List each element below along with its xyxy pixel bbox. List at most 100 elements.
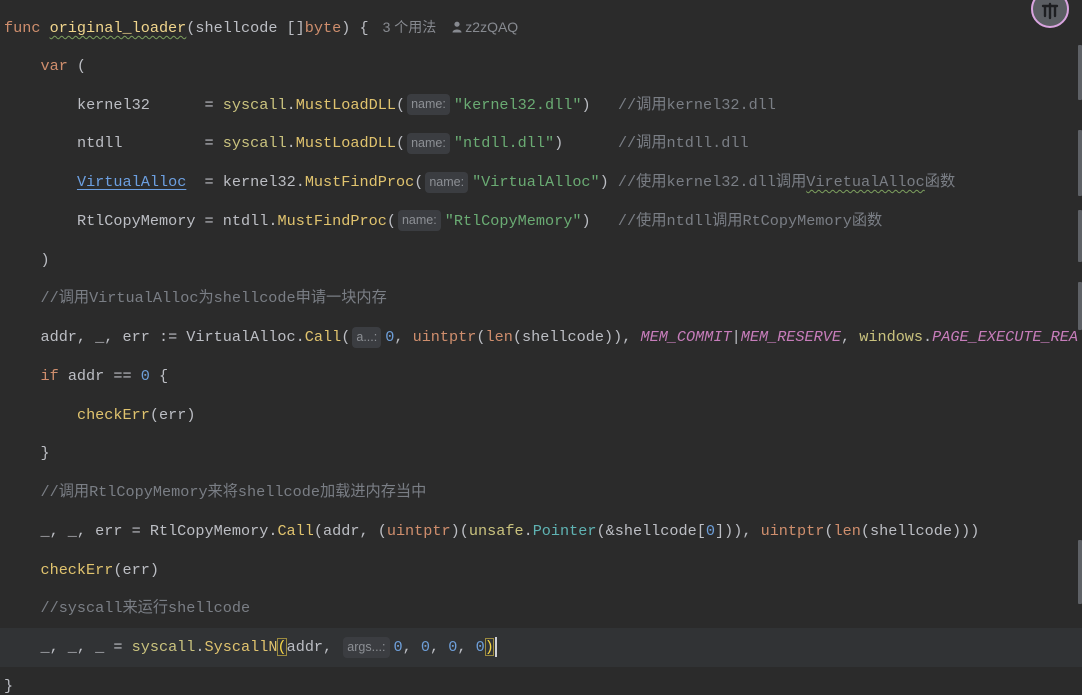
code-line[interactable]: //syscall来运行shellcode <box>0 589 1082 628</box>
code-token[interactable]: , <box>841 328 859 346</box>
code-line[interactable]: checkErr(err) <box>0 396 1082 435</box>
code-token[interactable]: syscall <box>223 96 287 114</box>
code-token[interactable]: uintptr <box>761 522 825 540</box>
code-token[interactable]: { <box>150 367 168 385</box>
code-token[interactable]: addr == <box>68 367 141 385</box>
code-token[interactable]: _, _, _ = <box>40 638 131 656</box>
code-token[interactable]: ( <box>824 522 833 540</box>
code-token[interactable]: MustLoadDLL <box>296 134 396 152</box>
avatar[interactable] <box>1026 0 1076 30</box>
code-token[interactable]: ( <box>396 134 405 152</box>
code-token[interactable]: MustLoadDLL <box>296 96 396 114</box>
user-avatar-icon[interactable] <box>1031 0 1069 28</box>
code-line[interactable]: ) <box>0 241 1082 280</box>
code-token[interactable]: } <box>40 444 49 462</box>
code-token[interactable]: unsafe <box>469 522 524 540</box>
code-token[interactable]: . <box>923 328 932 346</box>
code-token[interactable]: . <box>287 134 296 152</box>
code-token[interactable]: 0 <box>385 328 394 346</box>
code-token[interactable]: //调用RtlCopyMemory来将shellcode加载进内存当中 <box>40 483 426 501</box>
code-token[interactable]: (err) <box>113 561 159 579</box>
code-token[interactable]: , <box>394 328 412 346</box>
code-line[interactable]: if addr == 0 { <box>0 357 1082 396</box>
code-token[interactable]: ) <box>581 212 617 230</box>
code-token[interactable]: addr, _, err := VirtualAlloc. <box>40 328 304 346</box>
code-token[interactable]: kernel32 = <box>77 96 223 114</box>
code-token[interactable]: RtlCopyMemory = ntdll. <box>77 212 278 230</box>
code-token[interactable]: //调用ntdll.dll <box>618 134 749 152</box>
symbol-link[interactable]: VirtualAlloc <box>77 173 186 191</box>
code-token[interactable]: if <box>40 367 67 385</box>
code-token[interactable]: checkErr <box>40 561 113 579</box>
code-token[interactable]: "ntdll.dll" <box>454 134 554 152</box>
code-token[interactable]: ) <box>40 251 49 269</box>
code-token[interactable]: "VirtualAlloc" <box>472 173 600 191</box>
code-token[interactable]: 0 <box>706 522 715 540</box>
code-line[interactable]: func original_loader(shellcode []byte) {… <box>0 8 1082 47</box>
code-token[interactable]: PAGE_EXECUTE_REA <box>932 328 1078 346</box>
code-token[interactable]: ( <box>396 96 405 114</box>
code-token[interactable]: 0 <box>141 367 150 385</box>
code-token[interactable]: func <box>4 19 50 37</box>
code-line[interactable]: addr, _, err := VirtualAlloc.Call(a...: 0… <box>0 318 1082 357</box>
code-line[interactable]: ntdll = syscall.MustLoadDLL(name: "ntdll.… <box>0 124 1082 163</box>
code-token[interactable]: , <box>457 638 475 656</box>
error-stripe-marker[interactable] <box>1078 282 1082 330</box>
code-token[interactable]: MustFindProc <box>277 212 386 230</box>
error-stripe-marker[interactable] <box>1078 130 1082 196</box>
code-token[interactable]: ( <box>341 328 350 346</box>
code-token[interactable]: 0 <box>394 638 403 656</box>
usages-inlay[interactable]: 3 个用法 <box>383 19 437 35</box>
code-token[interactable]: . <box>195 638 204 656</box>
code-token[interactable]: ])), <box>715 522 761 540</box>
code-token[interactable]: "kernel32.dll" <box>454 96 582 114</box>
code-token[interactable]: //使用ntdll调用RtCopyMemory函数 <box>618 212 882 230</box>
code-line[interactable]: //调用VirtualAlloc为shellcode申请一块内存 <box>0 279 1082 318</box>
code-token[interactable]: //调用kernel32.dll <box>618 96 776 114</box>
code-token[interactable]: //使用kernel32.dll调用 <box>618 173 806 191</box>
code-token[interactable]: //syscall来运行shellcode <box>40 599 250 617</box>
code-token[interactable]: (shellcode [] <box>186 19 304 37</box>
code-token[interactable]: (addr, ( <box>314 522 387 540</box>
current-code-line[interactable]: _, _, _ = syscall.SyscallN(addr, args...… <box>0 628 1082 667</box>
error-stripe-marker[interactable] <box>1078 45 1082 100</box>
code-token[interactable]: ( <box>68 57 86 75</box>
code-token[interactable]: , <box>403 638 421 656</box>
code-token[interactable]: ( <box>387 212 396 230</box>
code-token[interactable]: MEM_RESERVE <box>741 328 841 346</box>
code-token[interactable]: ) <box>581 96 617 114</box>
code-token[interactable]: . <box>524 522 533 540</box>
code-line[interactable]: //调用RtlCopyMemory来将shellcode加载进内存当中 <box>0 473 1082 512</box>
code-line[interactable]: _, _, err = RtlCopyMemory.Call(addr, (ui… <box>0 512 1082 551</box>
error-stripe-marker[interactable] <box>1078 592 1082 604</box>
code-token[interactable]: windows <box>859 328 923 346</box>
code-token[interactable]: (err) <box>150 406 196 424</box>
error-stripe-marker[interactable] <box>1078 540 1082 598</box>
code-token[interactable]: 0 <box>421 638 430 656</box>
matched-bracket[interactable]: ( <box>277 638 287 657</box>
code-line[interactable]: RtlCopyMemory = ntdll.MustFindProc(name:… <box>0 202 1082 241</box>
code-token[interactable]: MustFindProc <box>305 173 414 191</box>
code-token[interactable]: 0 <box>448 638 457 656</box>
code-line[interactable]: kernel32 = syscall.MustLoadDLL(name: "ker… <box>0 86 1082 125</box>
code-line[interactable]: checkErr(err) <box>0 551 1082 590</box>
code-token[interactable]: addr, <box>287 638 342 656</box>
code-token[interactable]: (&shellcode[ <box>597 522 706 540</box>
code-token[interactable]: syscall <box>132 638 196 656</box>
code-token[interactable]: 函数 <box>925 173 955 191</box>
vertical-scrollbar[interactable] <box>1076 0 1082 695</box>
code-token[interactable]: original_loader <box>50 19 187 37</box>
code-line[interactable]: VirtualAlloc = kernel32.MustFindProc(nam… <box>0 163 1082 202</box>
code-token[interactable]: SyscallN <box>205 638 278 656</box>
code-token[interactable]: (shellcode))) <box>861 522 979 540</box>
code-token[interactable]: ntdll = <box>77 134 223 152</box>
code-token[interactable]: 0 <box>476 638 485 656</box>
code-token[interactable]: len <box>486 328 513 346</box>
code-token[interactable]: checkErr <box>77 406 150 424</box>
code-token[interactable]: , <box>430 638 448 656</box>
code-line[interactable]: } <box>0 667 1082 695</box>
code-token[interactable]: ) <box>600 173 618 191</box>
author-inlay[interactable]: z2zQAQ <box>452 19 518 35</box>
code-token[interactable]: var <box>40 57 67 75</box>
code-token[interactable]: ) <box>554 134 618 152</box>
